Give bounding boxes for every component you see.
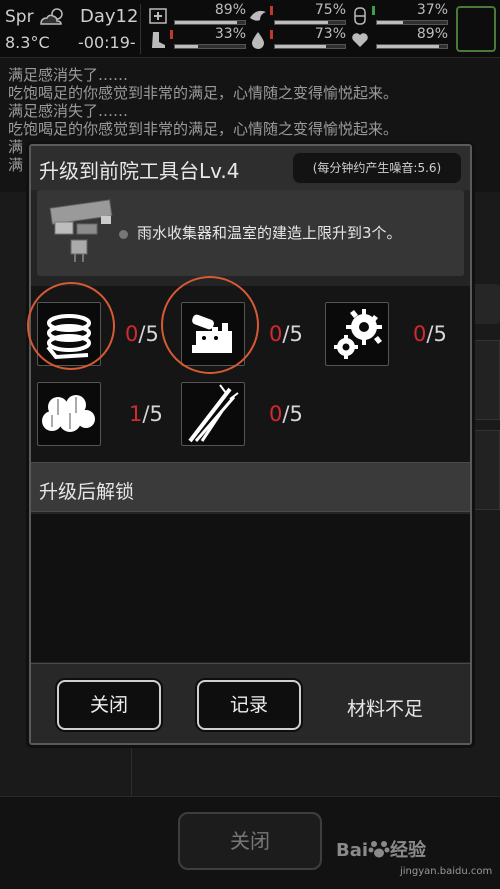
watermark-site: jingyan.baidu.com [400, 866, 493, 877]
health-cross-icon [149, 8, 167, 24]
watermark-suffix: 经验 [390, 840, 427, 861]
divider [140, 4, 141, 54]
material-icon-box [181, 382, 245, 446]
bird-icon [250, 10, 266, 21]
thirst-value: 73% [314, 26, 346, 42]
boot-icon [152, 32, 165, 48]
gears-icon [334, 309, 382, 359]
material-count: 0/5 [269, 402, 303, 426]
cotton-icon [42, 395, 95, 432]
material-item[interactable]: 0/5 [325, 302, 465, 368]
stat-heart: 89% [350, 26, 450, 52]
dialog-footer: 关闭 记录 材料不足 [31, 663, 470, 743]
mood-bar [274, 20, 346, 25]
stat-stamina: 33% [148, 26, 248, 52]
stamina-value: 33% [214, 26, 246, 42]
season-label: Spr [5, 7, 34, 27]
log-line: 满足感消失了…… [8, 66, 129, 84]
dialog-title: 升级到前院工具台Lv.4 [39, 159, 240, 183]
record-button[interactable]: 记录 [197, 680, 301, 730]
mood-value: 75% [314, 2, 346, 18]
dialog-header: 升级到前院工具台Lv.4 (每分钟约产生噪音:5.6) [31, 146, 470, 190]
health-bar [174, 20, 246, 25]
material-count: 1/5 [129, 402, 163, 426]
bullet-dot [119, 230, 128, 239]
workbench-image-icon [49, 199, 113, 262]
close-button[interactable]: 关闭 [57, 680, 161, 730]
stat-mood: 75% [248, 2, 348, 28]
paw-icon [368, 841, 390, 858]
description-text: 雨水收集器和温室的建造上限升到3个。 [137, 224, 402, 242]
status-bar: Spr 8.3°C Day12 -00:19- 89% 75% 37% 33% … [0, 0, 500, 58]
upgrade-description: 雨水收集器和温室的建造上限升到3个。 [37, 190, 464, 276]
material-icon-box [325, 302, 389, 366]
decrease-marker [270, 30, 273, 39]
highlight-circle [27, 282, 115, 370]
watermark-brand: Bai [336, 840, 369, 861]
temperature-label: 8.3°C [5, 33, 50, 52]
stat-bandage: 37% [350, 2, 450, 28]
heart-bar [376, 44, 448, 49]
material-icon-box [37, 382, 101, 446]
log-line: 满足感消失了…… [8, 102, 129, 120]
heart-icon [352, 33, 368, 47]
highlight-circle [161, 276, 259, 374]
decrease-marker [270, 6, 273, 15]
decrease-marker [170, 30, 173, 39]
weather-sun-cloud-icon [40, 8, 63, 25]
thirst-bar [274, 44, 346, 49]
noise-badge: (每分钟约产生噪音:5.6) [293, 153, 461, 183]
bandage-value: 37% [416, 2, 448, 18]
baidu-watermark: Bai 经验 jingyan.baidu.com [336, 836, 496, 886]
unlock-title: 升级后解锁 [39, 481, 135, 503]
background-tab [470, 284, 500, 324]
bandage-icon [354, 7, 366, 25]
material-count: 0/5 [125, 322, 159, 346]
day-label: Day12 [80, 6, 139, 27]
stat-thirst: 73% [248, 26, 348, 52]
reed-icon [188, 384, 239, 443]
water-drop-icon [252, 32, 264, 49]
material-item[interactable]: 1/5 [37, 382, 177, 448]
heart-value: 89% [416, 26, 448, 42]
material-count: 0/5 [413, 322, 447, 346]
material-item[interactable]: 0/5 [181, 382, 321, 448]
unlock-section-header: 升级后解锁 [31, 462, 470, 512]
background-close-button[interactable]: 关闭 [178, 812, 322, 870]
upgrade-dialog: 升级到前院工具台Lv.4 (每分钟约产生噪音:5.6) 雨水收集器和温室的建造上… [27, 144, 472, 745]
stat-health: 89% [148, 2, 248, 28]
stamina-bar [174, 44, 246, 49]
background-card [470, 430, 500, 510]
bandage-bar [376, 20, 448, 25]
background-card [470, 340, 500, 420]
increase-marker [372, 6, 375, 15]
health-value: 89% [214, 2, 246, 18]
material-count: 0/5 [269, 322, 303, 346]
log-line: 吃饱喝足的你感觉到非常的满足，心情随之变得愉悦起来。 [8, 84, 399, 102]
materials-grid: 0/5 0/5 0/5 1/5 0/5 [27, 276, 470, 462]
log-line: 吃饱喝足的你感觉到非常的满足，心情随之变得愉悦起来。 [8, 120, 399, 138]
quick-slot[interactable] [456, 6, 496, 52]
insufficient-materials-label: 材料不足 [347, 698, 424, 720]
time-label: -00:19- [78, 33, 136, 52]
unlock-list [31, 514, 470, 662]
